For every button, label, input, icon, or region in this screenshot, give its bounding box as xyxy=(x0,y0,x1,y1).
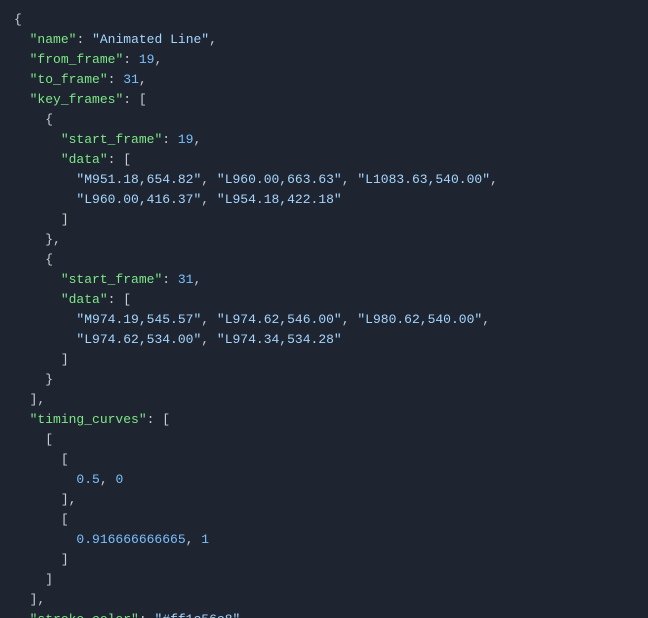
kf1-d1: "L960.00,663.63" xyxy=(217,172,342,187)
kf1-d3: "L960.00,416.37" xyxy=(76,192,201,207)
tc-00: 0.5 xyxy=(76,472,99,487)
kf1-d2: "L1083.63,540.00" xyxy=(357,172,490,187)
key-stroke-color: "stroke_color" xyxy=(30,612,139,618)
key-timing-curves: "timing_curves" xyxy=(30,412,147,427)
val-to-frame: 31 xyxy=(123,72,139,87)
key-start-frame-1: "start_frame" xyxy=(61,132,162,147)
kf2-d0: "M974.19,545.57" xyxy=(76,312,201,327)
val-stroke-color: "#ff1c56c8" xyxy=(154,612,240,618)
json-code-block: { "name": "Animated Line", "from_frame":… xyxy=(0,0,648,618)
kf1-d0: "M951.18,654.82" xyxy=(76,172,201,187)
key-data-1: "data" xyxy=(61,152,108,167)
key-data-2: "data" xyxy=(61,292,108,307)
kf1-d4: "L954.18,422.18" xyxy=(217,192,342,207)
tc-11: 1 xyxy=(201,532,209,547)
key-key-frames: "key_frames" xyxy=(30,92,124,107)
kf2-d3: "L974.62,534.00" xyxy=(76,332,201,347)
tc-01: 0 xyxy=(115,472,123,487)
key-start-frame-2: "start_frame" xyxy=(61,272,162,287)
key-name: "name" xyxy=(30,32,77,47)
val-from-frame: 19 xyxy=(139,52,155,67)
kf2-d1: "L974.62,546.00" xyxy=(217,312,342,327)
key-to-frame: "to_frame" xyxy=(30,72,108,87)
val-kf1-start: 19 xyxy=(178,132,194,147)
tc-10: 0.916666666665 xyxy=(76,532,185,547)
kf2-d2: "L980.62,540.00" xyxy=(357,312,482,327)
val-name: "Animated Line" xyxy=(92,32,209,47)
brace-open: { xyxy=(14,12,22,27)
key-from-frame: "from_frame" xyxy=(30,52,124,67)
kf2-d4: "L974.34,534.28" xyxy=(217,332,342,347)
val-kf2-start: 31 xyxy=(178,272,194,287)
